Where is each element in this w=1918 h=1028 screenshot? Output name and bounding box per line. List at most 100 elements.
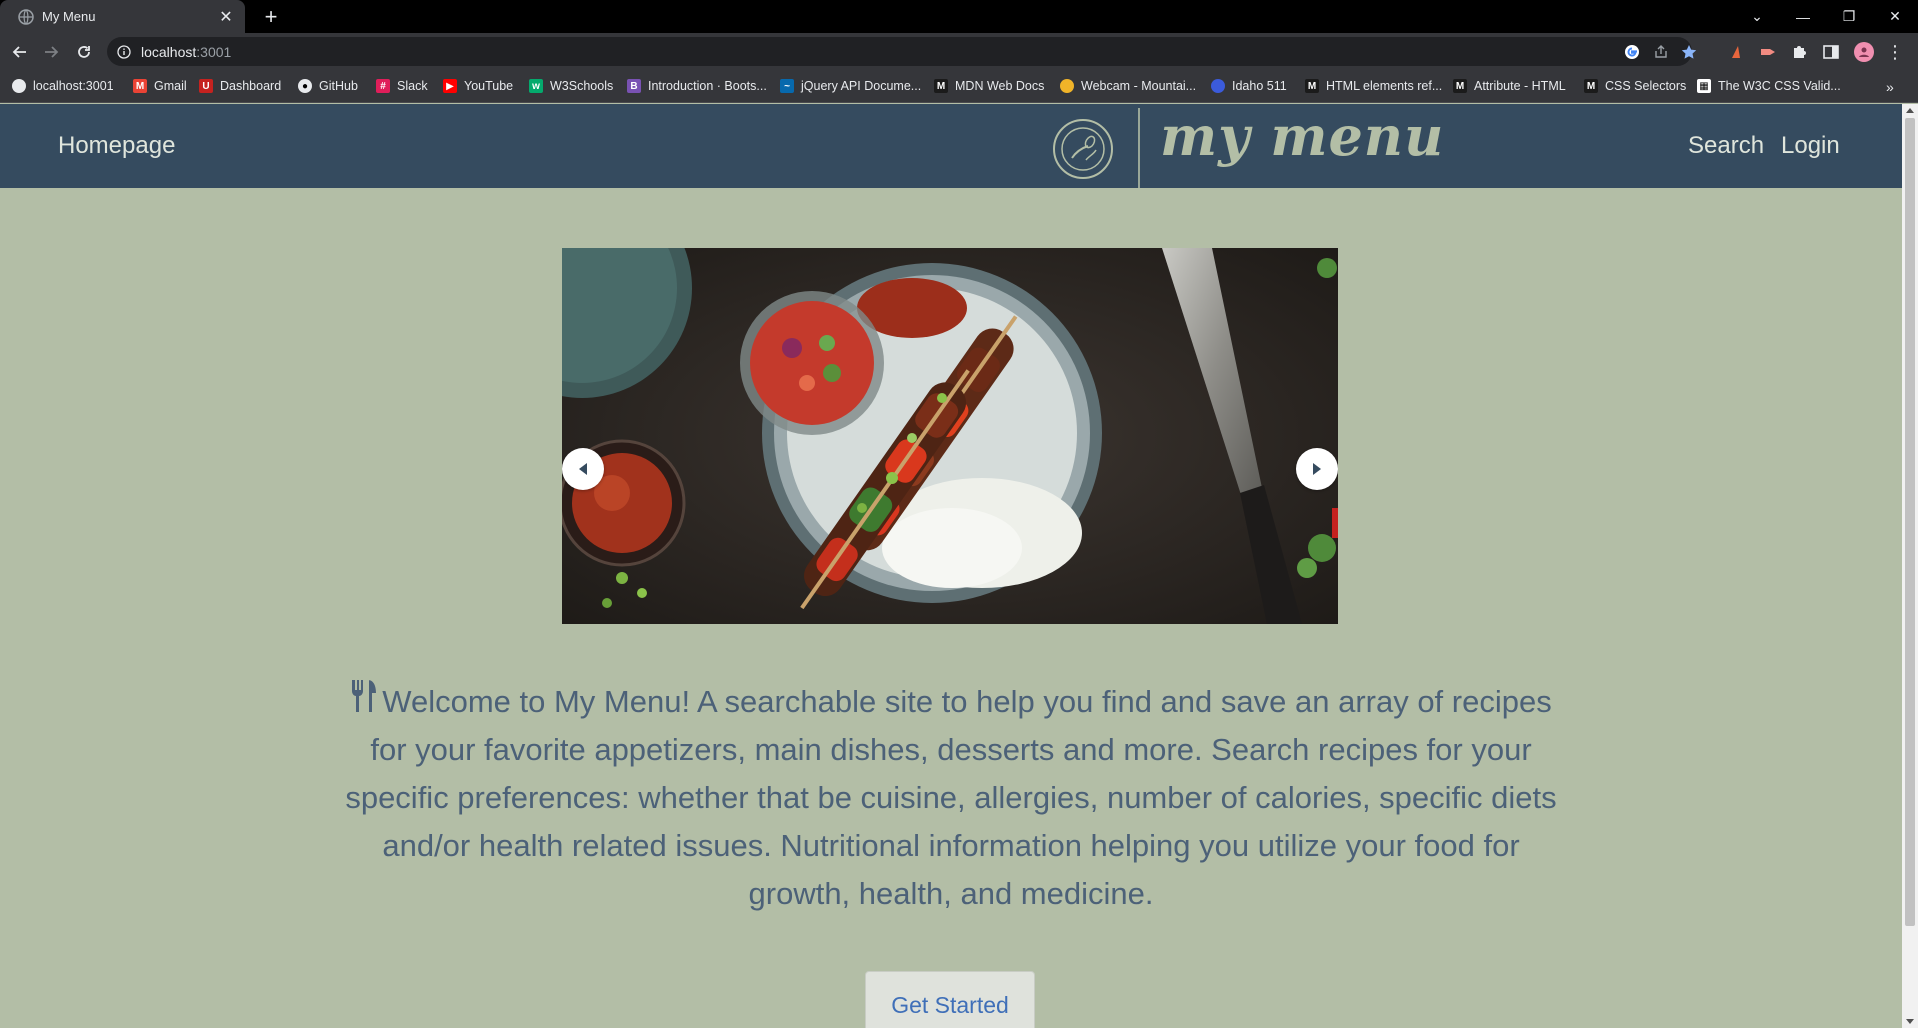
- gmail-icon: M: [133, 79, 147, 93]
- bookmark-item[interactable]: ~ jQuery API Docume...: [780, 79, 921, 93]
- close-window-button[interactable]: ✕: [1872, 0, 1918, 33]
- page-scrollbar[interactable]: [1902, 104, 1918, 1028]
- bookmark-label: Slack: [397, 79, 428, 93]
- forward-arrow-icon: [45, 46, 59, 58]
- bootstrap-icon: B: [627, 79, 641, 93]
- extension-1-icon[interactable]: [1729, 43, 1747, 61]
- share-icon[interactable]: [1653, 44, 1669, 60]
- bookmarks-bar: localhost:3001 M Gmail U Dashboard ● GitHub…: [0, 71, 1918, 103]
- get-started-button[interactable]: Get Started: [865, 971, 1035, 1028]
- new-tab-button[interactable]: +: [258, 4, 284, 30]
- w3schools-icon: w: [529, 79, 543, 93]
- food-photo: [562, 248, 1338, 624]
- bookmark-label: jQuery API Docume...: [801, 79, 922, 93]
- scroll-up-icon[interactable]: [1906, 108, 1914, 113]
- info-icon[interactable]: [117, 44, 131, 59]
- bookmark-item[interactable]: B Introduction · Boots...: [627, 79, 767, 93]
- nav-search-link[interactable]: Search: [1688, 132, 1764, 160]
- extension-2-icon[interactable]: [1759, 43, 1777, 61]
- dashboard-icon: U: [199, 79, 213, 93]
- google-icon[interactable]: [1624, 44, 1640, 60]
- bookmark-item[interactable]: M HTML elements ref...: [1305, 79, 1442, 93]
- bookmark-label: localhost:3001: [33, 79, 114, 93]
- bookmark-item[interactable]: ▶ YouTube: [443, 79, 513, 93]
- bookmark-label: MDN Web Docs: [955, 79, 1045, 93]
- plate-logo-icon[interactable]: [1052, 118, 1114, 180]
- bookmark-item[interactable]: # Slack: [376, 79, 428, 93]
- youtube-icon: ▶: [443, 79, 457, 93]
- bookmark-label: Webcam - Mountai...: [1081, 79, 1197, 93]
- bookmark-label: The W3C CSS Valid...: [1718, 79, 1841, 93]
- reload-icon: [78, 46, 90, 58]
- bookmark-item[interactable]: w W3Schools: [529, 79, 613, 93]
- bookmark-item[interactable]: M Gmail: [133, 79, 187, 93]
- mdn-icon: M: [1584, 79, 1598, 93]
- triangle-right-icon: [1313, 463, 1321, 475]
- bookmarks-overflow-icon[interactable]: »: [1886, 79, 1894, 95]
- scroll-down-icon[interactable]: [1906, 1019, 1914, 1024]
- bookmark-star-icon[interactable]: [1681, 44, 1697, 60]
- nav-homepage-link[interactable]: Homepage: [58, 132, 175, 160]
- bookmark-label: GitHub: [319, 79, 358, 93]
- tab-title: My Menu: [42, 9, 96, 24]
- bookmark-label: Idaho 511: [1232, 79, 1287, 93]
- globe-icon: [12, 79, 26, 93]
- back-arrow-icon: [12, 46, 26, 58]
- mdn-icon: M: [1453, 79, 1467, 93]
- bookmark-item[interactable]: U Dashboard: [199, 79, 281, 93]
- w3c-icon: ▦: [1697, 79, 1711, 93]
- menu-kebab-icon[interactable]: ⋮: [1886, 43, 1904, 61]
- tab-search-icon[interactable]: ⌄: [1734, 0, 1780, 33]
- slack-icon: #: [376, 79, 390, 93]
- logo-divider: [1138, 108, 1140, 188]
- close-tab-icon[interactable]: ✕: [217, 7, 235, 27]
- bookmark-label: YouTube: [464, 79, 514, 93]
- scroll-thumb[interactable]: [1905, 118, 1915, 926]
- welcome-text: Welcome to My Menu! A searchable site to…: [345, 684, 1557, 911]
- nav-login-link[interactable]: Login: [1781, 132, 1840, 160]
- restore-button[interactable]: ❐: [1826, 0, 1872, 33]
- idaho511-icon: [1211, 79, 1225, 93]
- bookmark-label: HTML elements ref...: [1326, 79, 1443, 93]
- triangle-left-icon: [579, 463, 587, 475]
- site-navbar: Homepage my menu Search Login: [0, 104, 1902, 188]
- github-icon: ●: [298, 79, 312, 93]
- side-panel-icon[interactable]: [1822, 43, 1840, 61]
- welcome-paragraph: Welcome to My Menu! A searchable site to…: [330, 678, 1572, 918]
- puzzle-icon[interactable]: [1790, 43, 1808, 61]
- bookmark-label: Attribute - HTML: [1474, 79, 1566, 93]
- image-carousel: [562, 248, 1338, 624]
- bookmark-item[interactable]: ▦ The W3C CSS Valid...: [1697, 79, 1841, 93]
- bookmark-label: Dashboard: [220, 79, 282, 93]
- bookmark-label: W3Schools: [550, 79, 614, 93]
- jquery-icon: ~: [780, 79, 794, 93]
- carousel-next-button[interactable]: [1296, 448, 1338, 490]
- browser-tab[interactable]: My Menu ✕: [0, 0, 245, 33]
- browser-toolbar: localhost:3001 ⋮: [0, 33, 1918, 71]
- bookmark-item[interactable]: Webcam - Mountai...: [1060, 79, 1196, 93]
- bookmark-item[interactable]: M CSS Selectors: [1584, 79, 1686, 93]
- forward-button[interactable]: [37, 38, 65, 66]
- bookmark-item[interactable]: localhost:3001: [12, 79, 114, 93]
- browser-tabbar: My Menu ✕ + ⌄ — ❐ ✕: [0, 0, 1918, 33]
- carousel-prev-button[interactable]: [562, 448, 604, 490]
- profile-avatar[interactable]: [1854, 42, 1874, 62]
- url-host: localhost: [141, 43, 197, 60]
- globe-icon: [18, 8, 34, 25]
- bookmark-item[interactable]: M Attribute - HTML: [1453, 79, 1566, 93]
- bookmark-label: Gmail: [154, 79, 187, 93]
- profile-icon: [1859, 47, 1869, 57]
- url-port: :3001: [196, 43, 232, 60]
- address-bar[interactable]: localhost:3001: [107, 37, 1697, 66]
- reload-button[interactable]: [70, 38, 98, 66]
- bookmark-item[interactable]: Idaho 511: [1211, 79, 1287, 93]
- utensils-icon: [352, 680, 377, 712]
- bookmark-label: Introduction · Boots...: [648, 79, 767, 93]
- bookmark-item[interactable]: ● GitHub: [298, 79, 358, 93]
- bookmark-item[interactable]: M MDN Web Docs: [934, 79, 1044, 93]
- bookmark-label: CSS Selectors: [1605, 79, 1687, 93]
- minimize-button[interactable]: —: [1780, 0, 1826, 33]
- webcam-icon: [1060, 79, 1074, 93]
- back-button[interactable]: [6, 38, 34, 66]
- site-logo-text[interactable]: my menu: [1160, 104, 1444, 168]
